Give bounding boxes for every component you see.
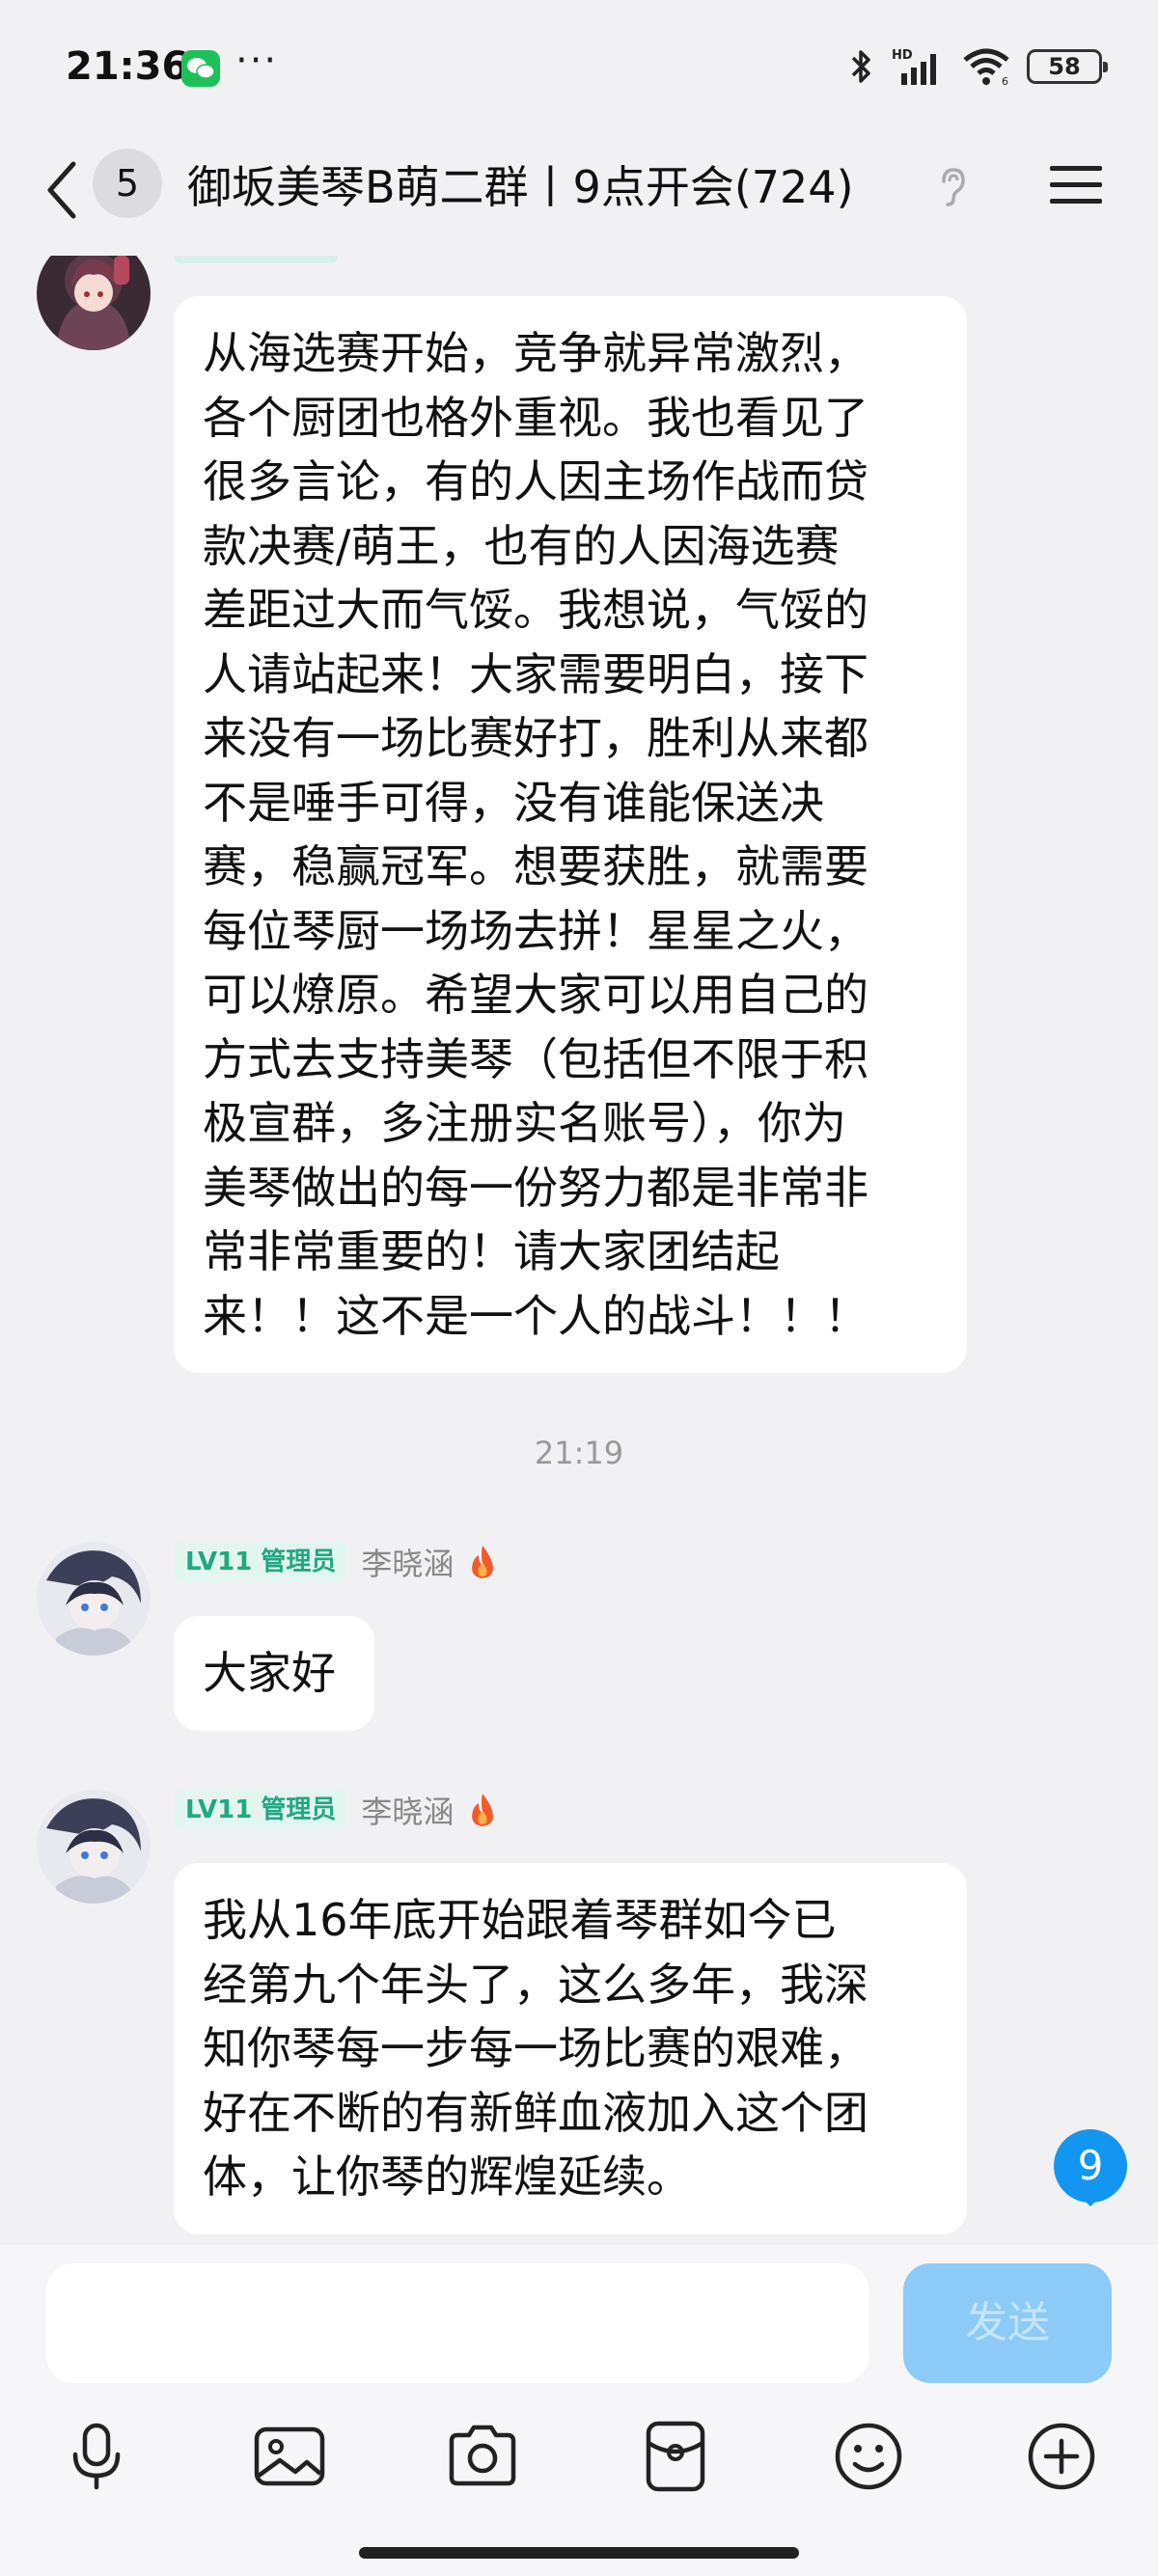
message-input[interactable] bbox=[46, 2263, 868, 2383]
avatar[interactable] bbox=[37, 256, 151, 350]
message-timestamp: 21:19 bbox=[534, 1435, 624, 1471]
unread-count-badge[interactable]: 5 bbox=[93, 149, 162, 218]
message-meta: LV11 管理员 李晓涵 bbox=[174, 1790, 498, 1830]
level-badge: LV11 管理员 bbox=[174, 1542, 348, 1582]
status-right-group: HD 6 58 bbox=[849, 42, 1108, 91]
svg-text:HD: HD bbox=[892, 48, 913, 63]
home-indicator[interactable] bbox=[359, 2547, 799, 2559]
message-bubble[interactable]: 大家好 bbox=[174, 1616, 374, 1731]
message-bubble[interactable]: 我从16年底开始跟着琴群如今已 经第九个年头了，这么多年，我深 知你琴每一步每一… bbox=[174, 1863, 967, 2234]
microphone-icon[interactable] bbox=[58, 2418, 135, 2495]
wifi-icon: 6 bbox=[963, 48, 1009, 87]
fire-icon bbox=[472, 1546, 494, 1578]
chat-title[interactable]: 御坂美琴B萌二群丨9点开会(724) bbox=[187, 152, 854, 216]
fire-icon bbox=[472, 1794, 494, 1826]
avatar[interactable] bbox=[37, 1542, 151, 1656]
status-time: 21:36 bbox=[66, 44, 189, 89]
emoji-icon[interactable] bbox=[830, 2418, 907, 2495]
status-bar: 21:36 ··· HD 6 58 bbox=[0, 0, 1158, 135]
svg-text:6: 6 bbox=[1002, 75, 1008, 87]
wechat-notification-icon bbox=[181, 50, 220, 87]
bluetooth-icon bbox=[851, 50, 870, 83]
camera-icon[interactable] bbox=[444, 2418, 521, 2495]
new-messages-count: 9 bbox=[1078, 2142, 1104, 2189]
ear-icon[interactable] bbox=[934, 164, 973, 210]
plus-icon[interactable] bbox=[1023, 2418, 1100, 2495]
send-button[interactable]: 发送 bbox=[903, 2263, 1112, 2383]
message-bubble[interactable]: 从海选赛开始，竞争就异常激烈， 各个厨团也格外重视。我也看见了 很多言论，有的人… bbox=[174, 296, 967, 1373]
hamburger-menu-icon[interactable] bbox=[1048, 162, 1104, 208]
red-packet-icon[interactable] bbox=[637, 2418, 714, 2495]
chevron-left-icon[interactable] bbox=[41, 156, 83, 224]
composer-bar: 发送 bbox=[0, 2243, 1158, 2576]
chat-header: 5 御坂美琴B萌二群丨9点开会(724) bbox=[0, 135, 1158, 256]
level-badge: LV11 管理员 bbox=[174, 1790, 348, 1830]
chat-screen: 21:36 ··· HD 6 58 5 御坂美琴B萌二群丨9点开会(724) 从… bbox=[0, 0, 1158, 2576]
battery-indicator: 58 bbox=[1027, 49, 1108, 84]
status-more-indicator: ··· bbox=[235, 39, 279, 83]
avatar[interactable] bbox=[37, 1790, 151, 1904]
sender-name[interactable]: 李晓涵 bbox=[361, 1788, 454, 1832]
cellular-signal-icon: HD bbox=[892, 48, 936, 85]
sender-name[interactable]: 李晓涵 bbox=[361, 1540, 454, 1584]
message-list[interactable]: 从海选赛开始，竞争就异常激烈， 各个厨团也格外重视。我也看见了 很多言论，有的人… bbox=[0, 256, 1158, 2243]
new-messages-badge[interactable]: 9 bbox=[1052, 2129, 1129, 2206]
message-meta: LV11 管理员 李晓涵 bbox=[174, 1542, 498, 1582]
image-icon[interactable] bbox=[251, 2418, 328, 2495]
level-badge-partial bbox=[174, 256, 338, 263]
